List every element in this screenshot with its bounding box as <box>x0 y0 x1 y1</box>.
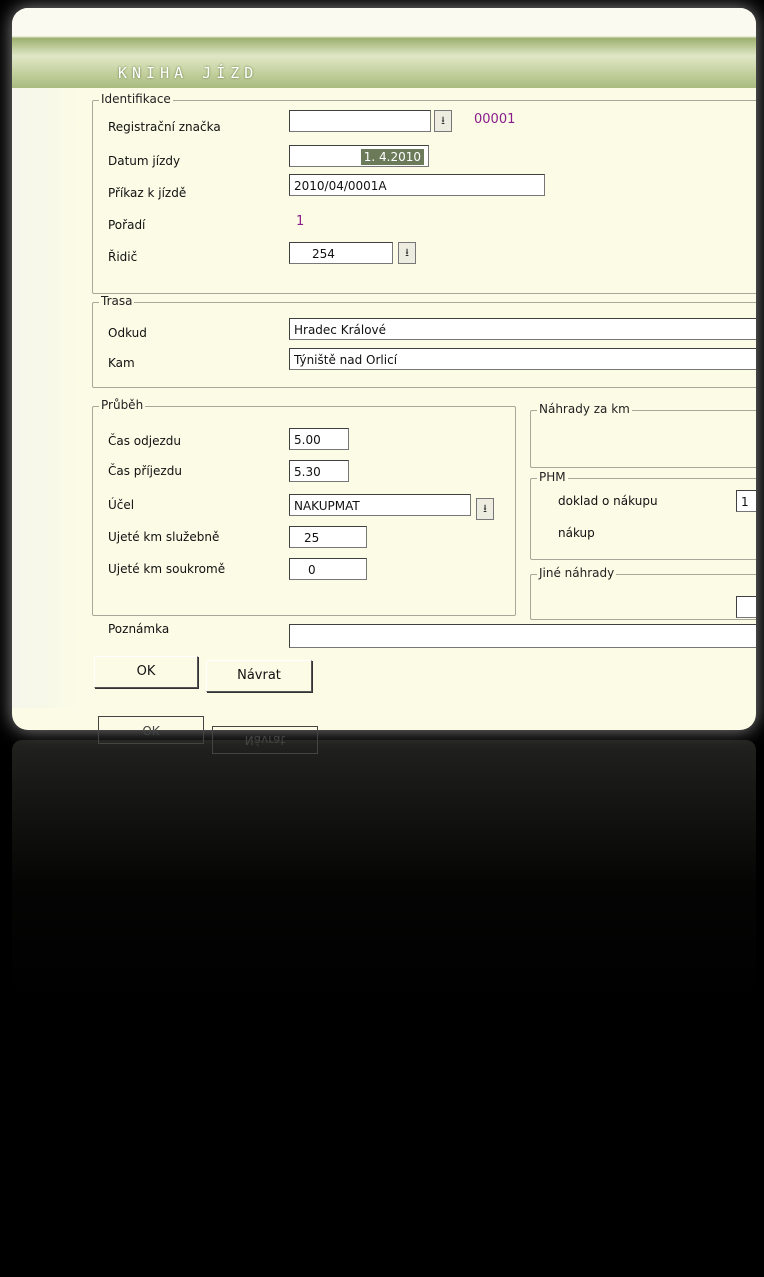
prijezd-input[interactable]: 5.30 <box>289 460 349 482</box>
kam-input[interactable]: Týniště nad Orlicí <box>289 348 756 370</box>
poznamka-label: Poznámka <box>108 622 170 636</box>
doklad-input[interactable]: 1 <box>736 490 756 512</box>
prijezd-label: Čas příjezdu <box>108 464 182 478</box>
poznamka-input[interactable] <box>289 624 756 648</box>
soukrome-label: Ujeté km soukromě <box>108 562 226 576</box>
ok-button[interactable]: OK <box>94 656 198 688</box>
prikaz-input[interactable]: 2010/04/0001A <box>289 174 545 196</box>
reflection-navrat-button: Návrat <box>212 726 318 754</box>
registration-dropdown-icon[interactable]: ⭳ <box>434 110 452 132</box>
nahrady-km-label: Náhrady za km <box>537 402 632 416</box>
sluzebne-input[interactable]: 25 <box>289 526 367 548</box>
trasa-label: Trasa <box>99 294 135 308</box>
form-content: Identifikace Registrační značka ⭳ 00001 … <box>12 8 756 730</box>
phm-label: PHM <box>537 470 568 484</box>
soukrome-input[interactable]: 0 <box>289 558 367 580</box>
ridic-label: Řidič <box>108 250 138 264</box>
identifikace-label: Identifikace <box>99 92 173 106</box>
odjezd-label: Čas odjezdu <box>108 434 181 448</box>
ridic-dropdown-icon[interactable]: ⭳ <box>398 242 416 264</box>
poradi-label: Pořadí <box>108 218 146 232</box>
odjezd-input[interactable]: 5.00 <box>289 428 349 450</box>
ucel-dropdown-icon[interactable]: ⭳ <box>476 498 494 520</box>
kam-label: Kam <box>108 356 135 370</box>
window-reflection: OK Návrat <box>12 716 756 1000</box>
jine-nahrady-group: Jiné náhrady <box>530 566 756 620</box>
phm-group: PHM <box>530 470 756 560</box>
poradi-value: 1 <box>296 214 305 229</box>
nakup-label: nákup <box>558 526 595 540</box>
jine-nahrady-label: Jiné náhrady <box>537 566 617 580</box>
trasa-group: Trasa <box>92 294 756 388</box>
prubeh-label: Průběh <box>99 398 146 412</box>
ucel-input[interactable]: NAKUPMAT <box>289 494 471 516</box>
registration-code: 00001 <box>474 112 516 127</box>
odkud-label: Odkud <box>108 326 147 340</box>
registration-input[interactable] <box>289 110 431 132</box>
kniha-jizd-window: KNIHA JÍZD Identifikace Registrační znač… <box>12 8 756 730</box>
datum-selected-value: 1. 4.2010 <box>360 149 424 165</box>
navrat-button[interactable]: Návrat <box>206 660 312 692</box>
reflection-ok-button: OK <box>98 716 204 744</box>
datum-input[interactable]: 1. 4.2010 <box>289 145 429 167</box>
nahrady-km-group: Náhrady za km <box>530 402 756 468</box>
sluzebne-label: Ujeté km služebně <box>108 530 220 544</box>
reg-label: Registrační značka <box>108 120 221 134</box>
odkud-input[interactable]: Hradec Králové <box>289 318 756 340</box>
prikaz-label: Příkaz k jízdě <box>108 186 187 200</box>
datum-label: Datum jízdy <box>108 154 181 168</box>
jine-nahrady-input[interactable] <box>736 596 756 618</box>
ucel-label: Účel <box>108 498 135 512</box>
ridic-input[interactable]: 254 <box>289 242 393 264</box>
doklad-label: doklad o nákupu <box>558 494 658 508</box>
